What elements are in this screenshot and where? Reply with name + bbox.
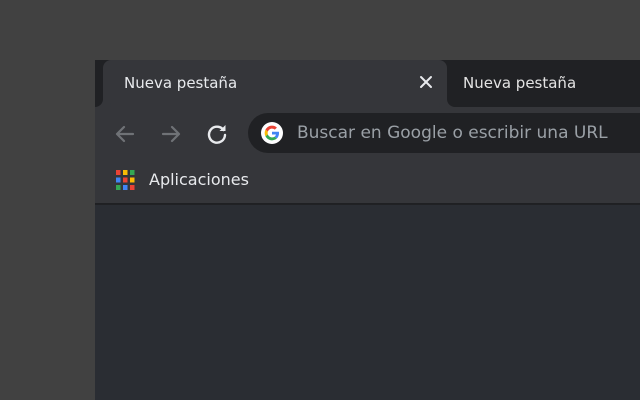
browser-window: Nueva pestaña Nueva pestaña Buscar en Go… xyxy=(95,60,640,400)
tab-title: Nueva pestaña xyxy=(124,74,238,92)
page-content xyxy=(95,205,640,400)
google-g-icon xyxy=(261,122,283,144)
apps-grid-icon xyxy=(116,170,135,190)
forward-button[interactable] xyxy=(158,121,184,147)
tab-strip: Nueva pestaña Nueva pestaña xyxy=(95,60,640,107)
reload-button[interactable] xyxy=(204,121,230,147)
tab-new-tab-active[interactable]: Nueva pestaña xyxy=(103,60,447,107)
arrow-right-icon xyxy=(161,125,181,143)
omnibox-placeholder: Buscar en Google o escribir una URL xyxy=(297,123,608,143)
bookmarks-bar: Aplicaciones xyxy=(95,161,640,204)
arrow-left-icon xyxy=(115,125,135,143)
apps-label: Aplicaciones xyxy=(149,170,249,189)
reload-icon xyxy=(207,125,227,144)
toolbar: Buscar en Google o escribir una URL xyxy=(95,107,640,161)
tab-new-tab[interactable]: Nueva pestaña xyxy=(447,60,640,107)
tab-title: Nueva pestaña xyxy=(463,74,577,92)
desktop-background: Nueva pestaña Nueva pestaña Buscar en Go… xyxy=(0,0,640,400)
close-icon[interactable] xyxy=(417,73,435,91)
omnibox[interactable]: Buscar en Google o escribir una URL xyxy=(248,113,640,153)
back-button[interactable] xyxy=(112,121,138,147)
